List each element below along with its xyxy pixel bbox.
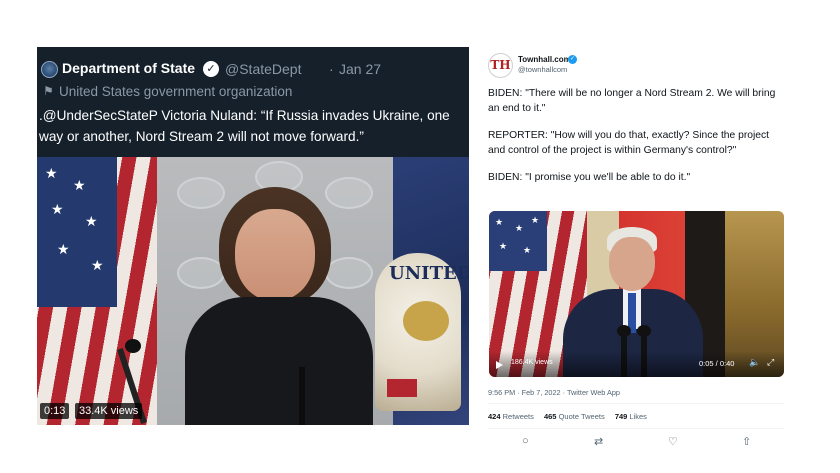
verified-badge-icon: ✓ (203, 61, 219, 77)
retweet-count[interactable]: 424 (488, 412, 501, 421)
retweet-label[interactable]: Retweets (503, 412, 534, 421)
volume-icon[interactable]: 🔈 (749, 357, 760, 368)
flag-canton: ★ ★ ★ ★ ★ (489, 211, 547, 271)
townhall-tweet[interactable]: TH Townhall.com ✓ @townhallcom BIDEN: "T… (486, 47, 806, 462)
fullscreen-icon[interactable]: ⤢ (767, 357, 774, 368)
tweet-paragraph: BIDEN: "I promise you we'll be able to d… (488, 172, 691, 183)
tweet-paragraph: BIDEN: "There will be no longer a Nord S… (488, 88, 776, 114)
microphone-icon (125, 339, 141, 353)
engagement-stats: 424 Retweets 465 Quote Tweets 749 Likes (488, 412, 647, 421)
state-dept-tweet[interactable]: Department of State ✓ @StateDept · Jan 2… (37, 47, 469, 425)
account-name[interactable]: Department of State (62, 60, 195, 76)
tweet-header: Department of State ✓ @StateDept · Jan 2… (37, 47, 469, 157)
us-flag-left: ★ ★ ★ ★ ★ ★ (37, 157, 157, 425)
tweet-text: BIDEN: "There will be no longer a Nord S… (488, 87, 784, 199)
tweet-video[interactable]: ★ ★ ★ ★ ★ 186.4K views 0:05 / 0:40 🔈 ⤢ (489, 211, 784, 377)
speaker-face (235, 209, 315, 301)
quote-count[interactable]: 465 (544, 412, 557, 421)
flag-stand (387, 379, 417, 397)
play-icon[interactable] (496, 361, 503, 369)
like-count[interactable]: 749 (615, 412, 628, 421)
video-time: 0:05 / 0:40 (699, 359, 735, 368)
account-handle[interactable]: @townhallcom (518, 65, 567, 74)
flag-icon: ⚑ (43, 84, 54, 98)
quote-label[interactable]: Quote Tweets (559, 412, 605, 421)
star-icon: ★ (85, 213, 98, 229)
tweet-text: .@UnderSecStateP Victoria Nuland: “If Ru… (39, 108, 450, 144)
tweet-date[interactable]: Jan 27 (339, 61, 381, 77)
backdrop-seal (325, 177, 373, 209)
like-label[interactable]: Likes (629, 412, 647, 421)
backdrop-seal (177, 177, 225, 209)
video-timestamp: 0:13 (40, 403, 70, 419)
star-icon: ★ (523, 245, 532, 255)
star-icon: ★ (495, 217, 504, 227)
video-view-count: 186.4K views (511, 359, 553, 366)
backdrop-seal (325, 257, 373, 289)
star-icon: ★ (531, 215, 540, 225)
star-icon: ★ (51, 201, 64, 217)
tweet-actions: ○ ⇄ ♡ ⇧ (486, 435, 782, 453)
retweet-icon[interactable]: ⇄ (594, 435, 603, 448)
government-organization-label: United States government organization (59, 84, 293, 99)
like-icon[interactable]: ♡ (668, 435, 678, 448)
video-view-count: 33.4K views (75, 403, 143, 419)
divider (488, 428, 784, 429)
speaker-face (609, 237, 655, 291)
share-icon[interactable]: ⇧ (742, 435, 751, 448)
star-icon: ★ (45, 165, 58, 181)
tweet-timestamp[interactable]: 9:56 PM · Feb 7, 2022 · Twitter Web App (488, 388, 620, 397)
star-icon: ★ (73, 177, 86, 193)
reply-icon[interactable]: ○ (522, 435, 529, 447)
eagle-emblem (403, 301, 449, 341)
townhall-avatar[interactable]: TH (488, 53, 513, 78)
star-icon: ★ (499, 241, 508, 251)
star-icon: ★ (515, 223, 524, 233)
flag-canton: ★ ★ ★ ★ ★ ★ (37, 157, 117, 307)
separator-dot: · (329, 61, 334, 77)
state-dept-seal-avatar[interactable] (41, 61, 58, 78)
verified-badge-icon: ✓ (568, 55, 577, 64)
tweet-video[interactable]: ★ ★ ★ ★ ★ ★ UNITED 0:13 33.4K views (37, 157, 469, 425)
emblem-text: UNITED (389, 263, 469, 284)
account-handle[interactable]: @StateDept (225, 61, 301, 77)
tweet-paragraph: REPORTER: "How will you do that, exactly… (488, 130, 770, 156)
speaker-jacket (185, 297, 373, 425)
account-name[interactable]: Townhall.com (518, 55, 571, 64)
divider (488, 403, 784, 404)
microphone (299, 367, 305, 425)
star-icon: ★ (57, 241, 70, 257)
backdrop-seal (177, 257, 225, 289)
star-icon: ★ (91, 257, 104, 273)
